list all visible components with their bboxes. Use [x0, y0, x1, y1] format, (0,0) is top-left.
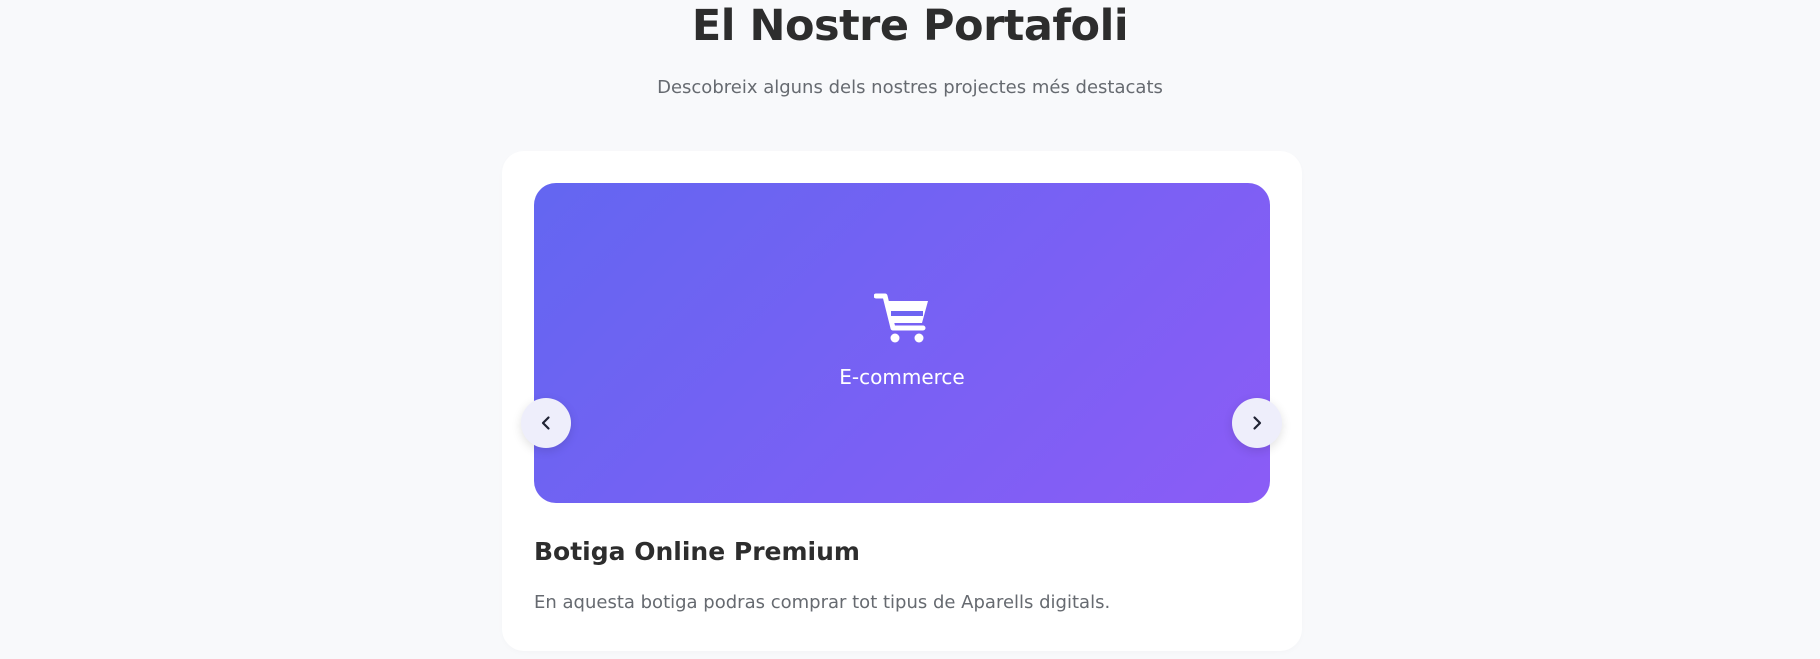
section-title: El Nostre Portafoli	[691, 1, 1129, 51]
project-title: Botiga Online Premium	[534, 537, 860, 566]
shopping-cart-icon	[874, 293, 928, 343]
carousel-next-button[interactable]	[1232, 398, 1282, 448]
slide-visual: E-commerce	[534, 183, 1270, 503]
slide-category-label: E-commerce	[839, 365, 965, 389]
chevron-right-icon	[1253, 416, 1262, 430]
chevron-left-icon	[541, 416, 550, 430]
portfolio-carousel-card: E-commerce Botiga Online Premium En aque…	[502, 151, 1302, 651]
section-subtitle: Descobreix alguns dels nostres projectes…	[657, 77, 1163, 98]
carousel-prev-button[interactable]	[521, 398, 571, 448]
project-description: En aquesta botiga podras comprar tot tip…	[534, 592, 1111, 613]
